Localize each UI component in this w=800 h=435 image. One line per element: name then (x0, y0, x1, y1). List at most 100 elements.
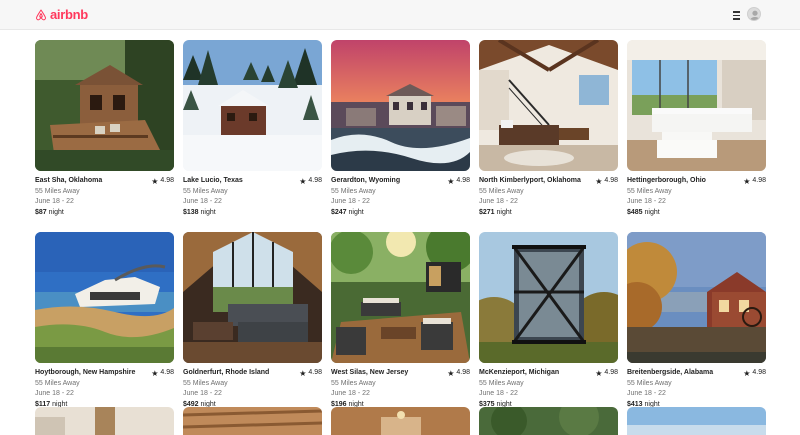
star-icon: ★ (447, 368, 455, 378)
listing-distance: 55 Miles Away (627, 187, 672, 195)
star-icon: ★ (595, 368, 603, 378)
listing-photo[interactable] (331, 40, 470, 171)
listing-card[interactable]: Hettingerborough, Ohio ★ 4.98 55 Miles Aw… (627, 40, 766, 218)
listing-dates: June 18 - 22 (627, 390, 666, 397)
star-icon: ★ (151, 368, 159, 378)
star-icon: ★ (299, 176, 307, 186)
listing-card[interactable] (479, 407, 618, 435)
listing-photo[interactable] (35, 232, 174, 363)
star-icon: ★ (299, 368, 307, 378)
listing-dates: June 18 - 22 (35, 198, 74, 205)
listing-card[interactable]: Gerardton, Wyoming ★ 4.98 55 Miles Away J… (331, 40, 470, 218)
listing-rating: ★ 4.98 (595, 368, 618, 379)
listing-card[interactable] (183, 407, 322, 435)
listing-card[interactable]: Breitenbergside, Alabama ★ 4.98 55 Miles … (627, 232, 766, 410)
listing-location: Gerardton, Wyoming (331, 177, 401, 184)
rating-value: 4.98 (752, 369, 766, 376)
rating-value: 4.98 (604, 369, 618, 376)
price-unit: night (644, 208, 660, 216)
listing-card[interactable]: North Kimberlyport, Oklahoma ★ 4.98 55 Mi… (479, 40, 618, 218)
listing-distance: 55 Miles Away (183, 187, 228, 195)
listing-rating: ★ 4.98 (151, 176, 174, 187)
listing-rating: ★ 4.98 (447, 176, 470, 187)
listing-photo[interactable] (627, 232, 766, 363)
listing-card[interactable]: Goldnerfurt, Rhode Island ★ 4.98 55 Miles… (183, 232, 322, 410)
listing-location: Hettingerborough, Ohio (627, 177, 706, 184)
listing-photo[interactable] (183, 40, 322, 171)
price-value: $87 (35, 208, 47, 216)
listing-rating: ★ 4.98 (743, 368, 766, 379)
rating-value: 4.98 (160, 369, 174, 376)
price-unit: night (200, 208, 216, 216)
listing-card[interactable] (331, 407, 470, 435)
listing-photo[interactable] (627, 40, 766, 171)
listing-rating: ★ 4.98 (595, 176, 618, 187)
star-icon: ★ (743, 368, 751, 378)
listing-price: $271 night (479, 208, 618, 219)
listing-dates: June 18 - 22 (331, 198, 370, 205)
listing-distance: 55 Miles Away (35, 379, 80, 387)
listing-grid: East Sha, Oklahoma ★ 4.98 55 Miles Away J… (35, 40, 766, 410)
listing-row-partial (35, 407, 766, 435)
listing-price: $485 night (627, 208, 766, 219)
listing-card[interactable]: McKenzieport, Michigan ★ 4.98 55 Miles Aw… (479, 232, 618, 410)
star-icon: ★ (151, 176, 159, 186)
listing-distance: 55 Miles Away (331, 379, 376, 387)
listing-photo[interactable] (35, 40, 174, 171)
listing-price: $247 night (331, 208, 470, 219)
price-unit: night (496, 208, 512, 216)
listing-distance: 55 Miles Away (183, 379, 228, 387)
airbnb-logo[interactable]: airbnb (35, 7, 88, 22)
listing-dates: June 18 - 22 (331, 390, 370, 397)
rating-value: 4.98 (456, 369, 470, 376)
hamburger-icon[interactable] (733, 9, 741, 20)
rating-value: 4.98 (604, 177, 618, 184)
listing-photo[interactable] (627, 407, 766, 435)
rating-value: 4.98 (752, 177, 766, 184)
rating-value: 4.98 (456, 177, 470, 184)
listing-dates: June 18 - 22 (183, 390, 222, 397)
listing-rating: ★ 4.98 (299, 176, 322, 187)
listing-dates: June 18 - 22 (479, 390, 518, 397)
price-unit: night (48, 208, 64, 216)
rating-value: 4.98 (308, 177, 322, 184)
rating-value: 4.98 (160, 177, 174, 184)
listing-card[interactable]: Hoytborough, New Hampshire ★ 4.98 55 Mile… (35, 232, 174, 410)
star-icon: ★ (743, 176, 751, 186)
listing-photo[interactable] (331, 232, 470, 363)
price-value: $247 (331, 208, 347, 216)
listing-card[interactable] (627, 407, 766, 435)
listing-photo[interactable] (183, 232, 322, 363)
listing-photo[interactable] (183, 407, 322, 435)
listing-photo[interactable] (35, 407, 174, 435)
listing-card[interactable]: East Sha, Oklahoma ★ 4.98 55 Miles Away J… (35, 40, 174, 218)
listing-card[interactable]: West Silas, New Jersey ★ 4.98 55 Miles Aw… (331, 232, 470, 410)
airbnb-logo-icon (36, 9, 46, 20)
price-value: $271 (479, 208, 495, 216)
listing-photo[interactable] (479, 407, 618, 435)
listing-location: North Kimberlyport, Oklahoma (479, 177, 581, 184)
listing-card[interactable]: Lake Lucio, Texas ★ 4.98 55 Miles Away Ju… (183, 40, 322, 218)
price-unit: night (348, 208, 364, 216)
listing-rating: ★ 4.98 (151, 368, 174, 379)
listing-rating: ★ 4.98 (743, 176, 766, 187)
listing-location: West Silas, New Jersey (331, 369, 409, 376)
star-icon: ★ (447, 176, 455, 186)
top-bar: airbnb (0, 0, 800, 30)
user-avatar-icon[interactable] (747, 7, 761, 21)
listing-card[interactable] (35, 407, 174, 435)
listing-photo[interactable] (331, 407, 470, 435)
star-icon: ★ (595, 176, 603, 186)
listing-rating: ★ 4.98 (299, 368, 322, 379)
listing-location: Breitenbergside, Alabama (627, 369, 714, 376)
listing-location: Hoytborough, New Hampshire (35, 369, 136, 376)
price-value: $138 (183, 208, 199, 216)
listing-location: Lake Lucio, Texas (183, 177, 243, 184)
listing-dates: June 18 - 22 (627, 198, 666, 205)
listing-rating: ★ 4.98 (447, 368, 470, 379)
listing-photo[interactable] (479, 232, 618, 363)
price-value: $485 (627, 208, 643, 216)
listing-price: $87 night (35, 208, 174, 219)
listing-photo[interactable] (479, 40, 618, 171)
logo-text: airbnb (50, 7, 88, 22)
